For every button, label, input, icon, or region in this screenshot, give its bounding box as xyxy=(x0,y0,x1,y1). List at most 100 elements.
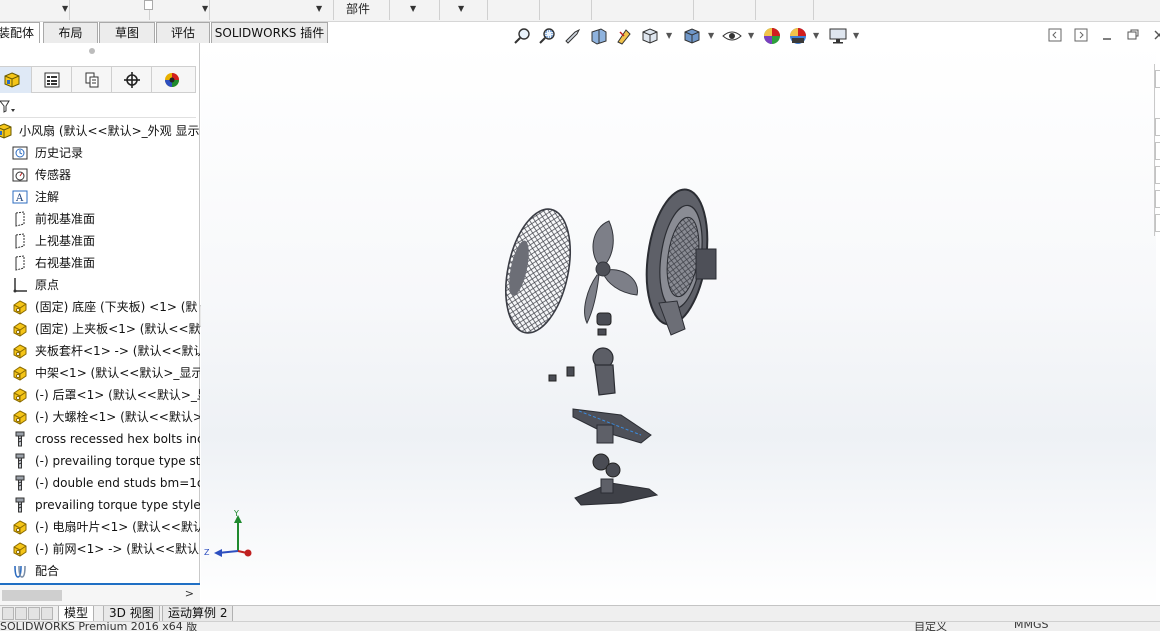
scrollbar-thumb[interactable] xyxy=(2,590,62,601)
next-document-icon[interactable] xyxy=(1074,28,1088,42)
triad-y-label: Y xyxy=(233,509,239,518)
view-settings-icon[interactable] xyxy=(828,26,848,46)
tab-layout[interactable]: 布局 xyxy=(43,22,98,43)
previous-document-icon[interactable] xyxy=(1048,28,1062,42)
part-icon xyxy=(12,519,28,535)
tab-model[interactable]: 模型 xyxy=(58,606,95,622)
chevron-down-icon[interactable]: ▼ xyxy=(708,31,714,40)
bolt-icon xyxy=(12,497,28,513)
middle-bracket[interactable] xyxy=(592,347,616,396)
task-pane-tab[interactable] xyxy=(1155,118,1160,136)
filter-row xyxy=(0,96,196,118)
chevron-right-icon[interactable]: > xyxy=(185,587,194,600)
first-tab-icon[interactable] xyxy=(2,607,14,620)
propertymanager-icon xyxy=(44,72,60,88)
display-style-icon[interactable] xyxy=(682,26,702,46)
tab-3d-view[interactable]: 3D 视图 xyxy=(103,606,160,622)
command-manager-tabs: 装配体 布局 草图 评估 SOLIDWORKS 插件 xyxy=(0,22,330,43)
task-pane-tab[interactable] xyxy=(1155,142,1160,160)
tree-item-label: (固定) 上夹板<1> (默认<<默认 xyxy=(35,322,200,336)
toolbar-group xyxy=(488,0,540,20)
chevron-down-icon[interactable]: ▼ xyxy=(813,31,819,40)
next-tab-icon[interactable] xyxy=(28,607,40,620)
rear-housing[interactable] xyxy=(639,186,717,336)
base-plate[interactable] xyxy=(574,478,659,506)
tree-item[interactable]: A 注解 xyxy=(0,186,200,208)
tree-item[interactable]: 中架<1> (默认<<默认>_显示 xyxy=(0,362,200,384)
chevron-down-icon[interactable]: ▼ xyxy=(666,31,672,40)
tree-item[interactable]: (-) 电扇叶片<1> (默认<<默认 xyxy=(0,516,200,538)
tree-item[interactable]: (-) prevailing torque type sty xyxy=(0,450,200,472)
plane-icon xyxy=(12,233,28,249)
tab-propertymanager[interactable] xyxy=(32,67,72,93)
tree-item[interactable]: 传感器 xyxy=(0,164,200,186)
tree-item[interactable]: 右视基准面 xyxy=(0,252,200,274)
zoom-to-area-icon[interactable] xyxy=(537,26,557,46)
origin-icon xyxy=(12,277,28,293)
chevron-down-icon[interactable]: ▼ xyxy=(748,31,754,40)
graphics-area[interactable]: Y Z xyxy=(201,43,1156,605)
tree-item[interactable]: (固定) 上夹板<1> (默认<<默认 xyxy=(0,318,200,340)
tree-item[interactable]: 上视基准面 xyxy=(0,230,200,252)
filter-icon[interactable] xyxy=(0,99,15,113)
restore-icon[interactable] xyxy=(1126,28,1140,42)
fan-blade[interactable] xyxy=(584,220,638,325)
tree-item[interactable]: (-) 大螺栓<1> (默认<<默认>_ xyxy=(0,406,200,428)
zoom-to-fit-icon[interactable] xyxy=(512,26,532,46)
hide-show-items-icon[interactable] xyxy=(722,26,742,46)
task-pane-tab[interactable] xyxy=(1155,190,1160,208)
status-custom[interactable]: 自定义 xyxy=(914,622,947,631)
chevron-down-icon[interactable]: ▼ xyxy=(316,4,322,13)
upper-clamp-plate[interactable] xyxy=(572,408,652,444)
tab-navigation-buttons[interactable] xyxy=(2,607,54,620)
edit-appearance-icon[interactable] xyxy=(762,26,782,46)
tree-item[interactable]: prevailing torque type style xyxy=(0,494,200,516)
tree-item[interactable]: (固定) 底座 (下夹板) <1> (默 xyxy=(0,296,200,318)
tree-item[interactable]: 配合 xyxy=(0,560,200,582)
chevron-down-icon[interactable]: ▼ xyxy=(853,31,859,40)
tree-item[interactable]: (-) 后罩<1> (默认<<默认>_显 xyxy=(0,384,200,406)
exploded-fan-model[interactable]: Y Z xyxy=(201,43,1156,605)
task-pane-tab[interactable] xyxy=(1155,70,1160,88)
apply-scene-icon[interactable] xyxy=(788,26,808,46)
task-pane-tab[interactable] xyxy=(1155,214,1160,232)
tree-item[interactable]: 小风扇 (默认<<默认>_外观 显示状 xyxy=(0,120,200,142)
tree-item-label: (-) 前网<1> -> (默认<<默认> xyxy=(35,542,200,556)
tree-item[interactable]: (-) 前网<1> -> (默认<<默认> xyxy=(0,538,200,560)
section-view-icon[interactable] xyxy=(589,26,609,46)
task-pane-tab[interactable] xyxy=(1155,166,1160,184)
part-icon xyxy=(12,299,28,315)
tree-item[interactable]: 前视基准面 xyxy=(0,208,200,230)
tab-sketch[interactable]: 草图 xyxy=(99,22,155,43)
previous-tab-icon[interactable] xyxy=(15,607,27,620)
tree-item[interactable]: 夹板套杆<1> -> (默认<<默认 xyxy=(0,340,200,362)
front-grille[interactable] xyxy=(496,203,581,339)
tab-evaluate[interactable]: 评估 xyxy=(156,22,210,43)
chevron-down-icon[interactable]: ▼ xyxy=(62,4,68,13)
tree-item[interactable]: cross recessed hex bolts inc xyxy=(0,428,200,450)
plane-icon xyxy=(12,255,28,271)
featuremanager-scrollbar[interactable]: > xyxy=(0,583,200,605)
tree-item[interactable]: 历史记录 xyxy=(0,142,200,164)
tree-item[interactable]: (-) double end studs bm=1c xyxy=(0,472,200,494)
tree-item[interactable]: 原点 xyxy=(0,274,200,296)
close-icon[interactable] xyxy=(1152,28,1160,42)
clamp-knobs[interactable] xyxy=(592,453,621,478)
status-units[interactable]: MMGS xyxy=(1014,622,1049,631)
last-tab-icon[interactable] xyxy=(41,607,53,620)
chevron-down-icon[interactable]: ▼ xyxy=(202,4,208,13)
configurationmanager-icon xyxy=(84,72,100,88)
tab-displaymanager[interactable] xyxy=(152,67,196,93)
minimize-icon[interactable] xyxy=(1100,28,1114,42)
part-icon xyxy=(12,365,28,381)
tab-dimxpertmanager[interactable] xyxy=(112,67,152,93)
view-orientation-icon[interactable] xyxy=(640,26,660,46)
tab-configurationmanager[interactable] xyxy=(72,67,112,93)
tab-motion-study[interactable]: 运动算例 2 xyxy=(162,606,234,622)
previous-view-icon[interactable] xyxy=(563,26,583,46)
dynamic-annotation-icon[interactable] xyxy=(614,26,634,46)
tab-solidworks-addins[interactable]: SOLIDWORKS 插件 xyxy=(211,22,328,43)
tab-assembly[interactable]: 装配体 xyxy=(0,22,40,43)
tab-featuremanager-tree[interactable] xyxy=(0,67,32,93)
panel-grip-icon[interactable] xyxy=(89,48,95,54)
